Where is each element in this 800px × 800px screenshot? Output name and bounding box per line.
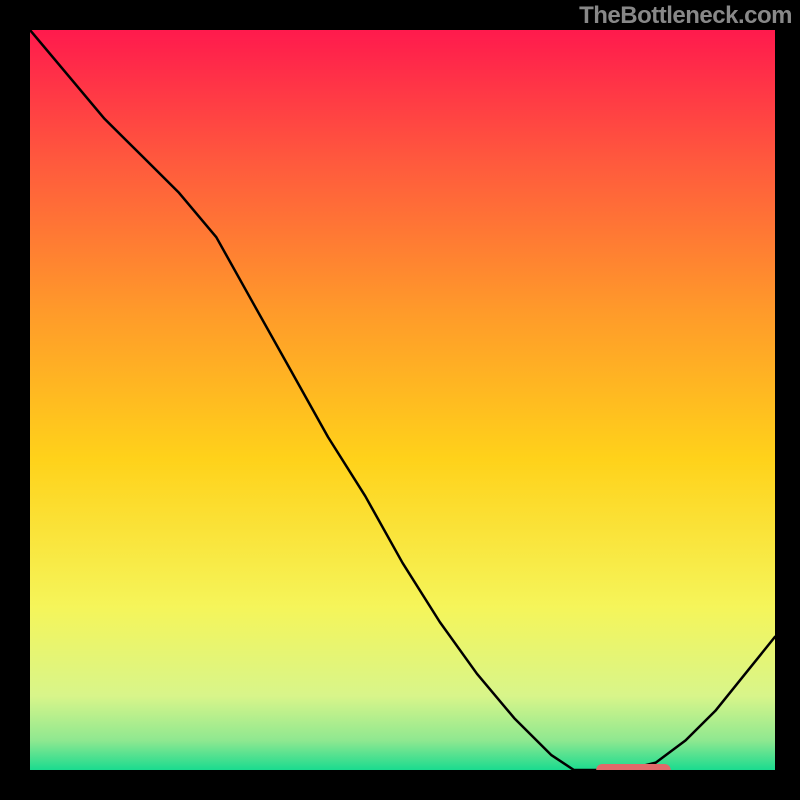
- optimal-marker: [596, 764, 671, 770]
- chart-svg: [30, 30, 775, 770]
- gradient-background: [30, 30, 775, 770]
- watermark-text: TheBottleneck.com: [579, 2, 792, 30]
- plot-area: [30, 30, 775, 770]
- chart-container: TheBottleneck.com: [0, 0, 800, 800]
